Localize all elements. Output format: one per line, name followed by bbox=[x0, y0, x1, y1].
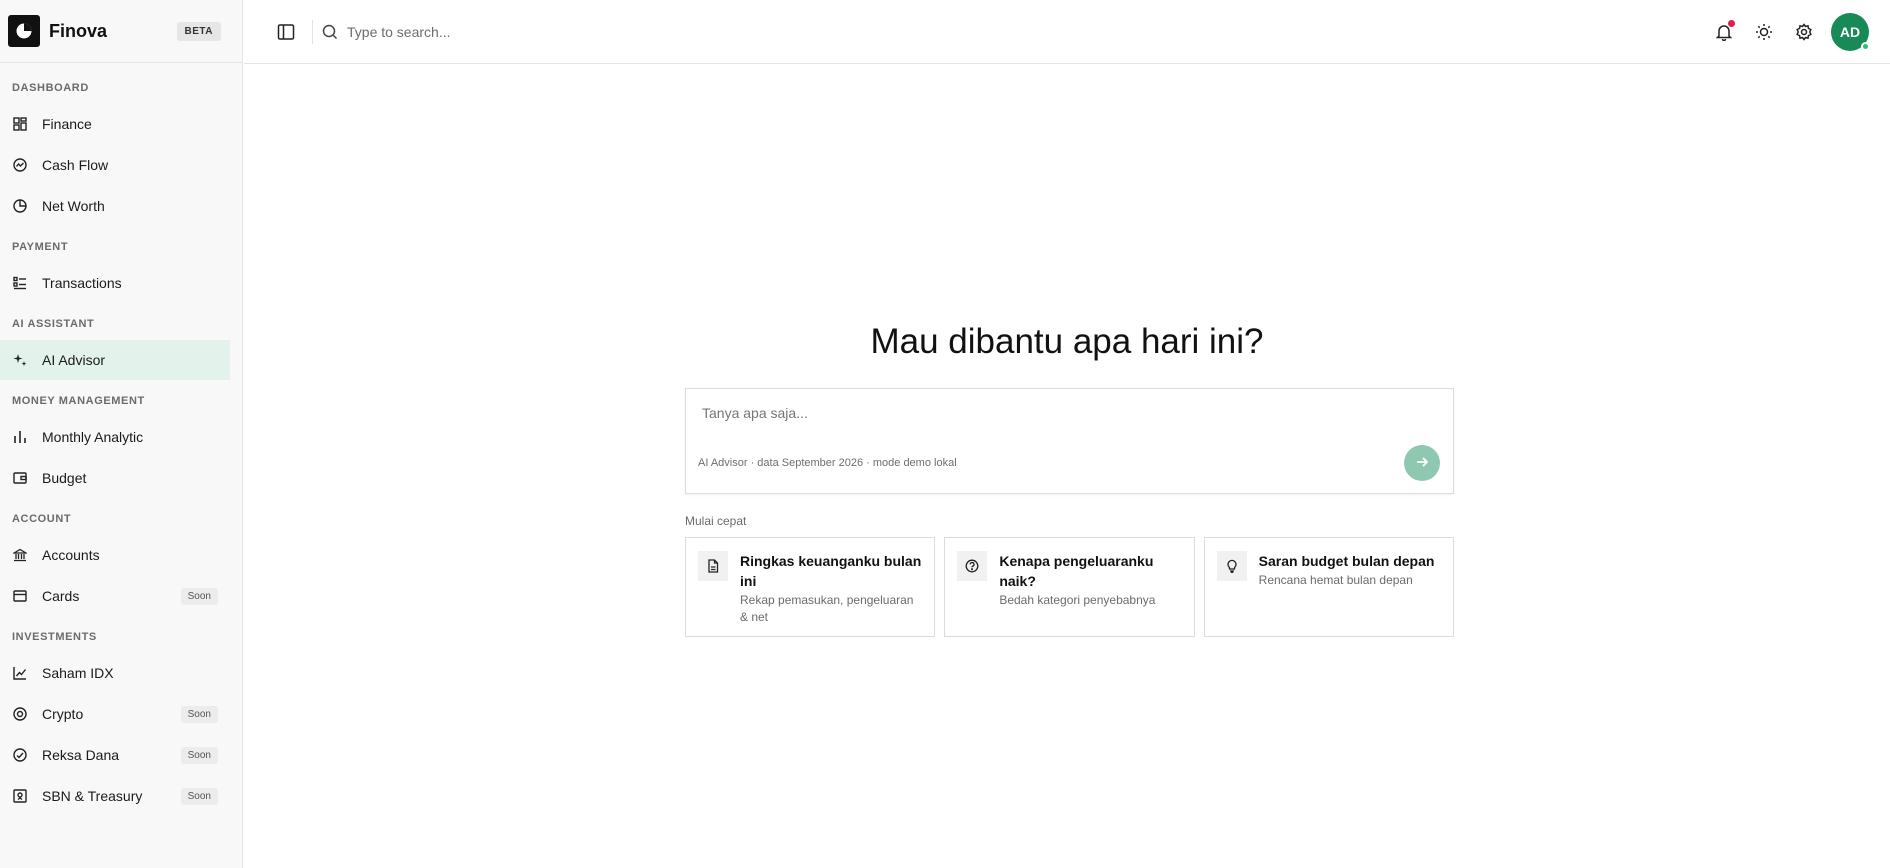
sidebar-item-label: Crypto bbox=[42, 706, 84, 722]
gear-icon[interactable] bbox=[1793, 21, 1815, 43]
gauge-icon bbox=[12, 157, 28, 173]
brand: Finova BETA bbox=[0, 0, 242, 63]
sidebar-item-label: Cards bbox=[42, 588, 80, 604]
sidebar-item-net-worth[interactable]: Net Worth bbox=[0, 186, 230, 226]
avatar-initials: AD bbox=[1839, 23, 1861, 40]
sidebar-item-finance[interactable]: Finance bbox=[0, 104, 230, 144]
arrow-right-icon bbox=[1415, 455, 1429, 472]
coin-icon bbox=[12, 706, 28, 722]
check-circle-icon bbox=[12, 747, 28, 763]
section-label-dashboard: DASHBOARD bbox=[12, 82, 89, 94]
sidebar-item-accounts[interactable]: Accounts bbox=[0, 535, 230, 575]
avatar[interactable]: AD bbox=[1831, 12, 1870, 51]
sidebar-item-label: Saham IDX bbox=[42, 665, 114, 681]
sidebar-item-label: Finance bbox=[42, 116, 92, 132]
soon-badge: Soon bbox=[180, 787, 218, 805]
card-icon bbox=[12, 588, 28, 604]
topbar-actions: AD bbox=[1695, 12, 1890, 51]
sidebar-item-monthly-analytic[interactable]: Monthly Analytic bbox=[0, 417, 230, 457]
search-icon bbox=[321, 23, 339, 41]
document-icon bbox=[698, 551, 728, 581]
sidebar-toggle-icon[interactable] bbox=[276, 22, 296, 42]
sidebar-item-label: SBN & Treasury bbox=[42, 788, 143, 804]
bell-icon[interactable] bbox=[1713, 19, 1735, 43]
notification-dot bbox=[1728, 19, 1735, 27]
main-content: Mau dibantu apa hari ini? AI Advisor · d… bbox=[244, 65, 1890, 868]
quick-card-title: Ringkas keuanganku bulan ini bbox=[740, 553, 922, 589]
sidebar-item-cards[interactable]: Cards Soon bbox=[0, 576, 230, 616]
page-title: Mau dibantu apa hari ini? bbox=[870, 322, 1264, 361]
sidebar-item-sbn-treasury[interactable]: SBN & Treasury Soon bbox=[0, 776, 230, 816]
sidebar-item-label: Transactions bbox=[42, 275, 122, 291]
send-button[interactable] bbox=[1404, 445, 1440, 481]
wallet-icon bbox=[12, 470, 28, 486]
soon-badge: Soon bbox=[180, 587, 218, 605]
sidebar-item-label: Reksa Dana bbox=[42, 747, 120, 763]
search-input[interactable] bbox=[347, 23, 747, 40]
quick-card-subtitle: Bedah kategori penyebabnya bbox=[999, 593, 1156, 607]
sidebar-item-transactions[interactable]: Transactions bbox=[0, 263, 230, 303]
quick-card-subtitle: Rencana hemat bulan depan bbox=[1258, 573, 1413, 587]
grid-icon bbox=[12, 116, 28, 132]
section-label-payment: PAYMENT bbox=[12, 241, 69, 253]
online-status-dot bbox=[1861, 41, 1870, 51]
sparkles-icon bbox=[12, 352, 28, 368]
sidebar-item-cash-flow[interactable]: Cash Flow bbox=[0, 145, 230, 185]
sidebar-item-label: Accounts bbox=[42, 547, 100, 563]
brand-name: Finova bbox=[49, 20, 108, 41]
topbar: AD bbox=[244, 0, 1890, 64]
quick-card-title: Kenapa pengeluaranku naik? bbox=[999, 553, 1154, 589]
section-label-account: ACCOUNT bbox=[12, 513, 72, 525]
quick-card-summary[interactable]: Ringkas keuanganku bulan ini Rekap pemas… bbox=[685, 537, 936, 637]
quick-card-budget[interactable]: Saran budget bulan depan Rencana hemat b… bbox=[1203, 537, 1454, 637]
sidebar-item-reksa-dana[interactable]: Reksa Dana Soon bbox=[0, 735, 230, 775]
pie-icon bbox=[12, 198, 28, 214]
certificate-icon bbox=[12, 788, 28, 804]
lightbulb-icon bbox=[1216, 551, 1247, 581]
quick-start-cards: Ringkas keuanganku bulan ini Rekap pemas… bbox=[685, 537, 1454, 637]
beta-badge: BETA bbox=[176, 21, 221, 41]
sidebar-item-saham-idx[interactable]: Saham IDX bbox=[0, 653, 230, 693]
sidebar-item-budget[interactable]: Budget bbox=[0, 458, 230, 498]
sidebar-item-label: Budget bbox=[42, 470, 87, 486]
sidebar-nav: DASHBOARD Finance Cash Flow Net Worth PA… bbox=[0, 63, 242, 816]
sun-icon[interactable] bbox=[1753, 21, 1775, 43]
list-icon bbox=[12, 275, 28, 291]
divider bbox=[312, 19, 313, 44]
section-label-money-management: MONEY MANAGEMENT bbox=[12, 395, 145, 407]
section-label-ai-assistant: AI ASSISTANT bbox=[12, 318, 95, 330]
sidebar: Finova BETA DASHBOARD Finance Cash Flow … bbox=[0, 0, 243, 868]
line-chart-icon bbox=[12, 665, 28, 681]
bank-icon bbox=[12, 547, 28, 563]
quick-card-spending[interactable]: Kenapa pengeluaranku naik? Bedah kategor… bbox=[944, 537, 1195, 637]
bar-chart-icon bbox=[12, 429, 28, 445]
section-label-investments: INVESTMENTS bbox=[12, 631, 97, 643]
quick-start-label: Mulai cepat bbox=[685, 514, 747, 528]
sidebar-item-label: Net Worth bbox=[42, 198, 105, 214]
chat-composer: AI Advisor · data September 2026 · mode … bbox=[685, 388, 1454, 494]
sidebar-item-ai-advisor[interactable]: AI Advisor bbox=[0, 340, 230, 380]
sidebar-item-crypto[interactable]: Crypto Soon bbox=[0, 694, 230, 734]
soon-badge: Soon bbox=[180, 746, 218, 764]
logo-icon[interactable] bbox=[8, 15, 40, 47]
question-icon bbox=[957, 551, 988, 581]
sidebar-item-label: Cash Flow bbox=[42, 157, 109, 173]
sidebar-item-label: Monthly Analytic bbox=[42, 429, 144, 445]
chat-input[interactable] bbox=[702, 405, 1402, 421]
soon-badge: Soon bbox=[180, 705, 218, 723]
quick-card-subtitle: Rekap pemasukan, pengeluaran & net bbox=[740, 593, 914, 624]
sidebar-item-label: AI Advisor bbox=[42, 352, 106, 368]
quick-card-title: Saran budget bulan depan bbox=[1258, 553, 1435, 569]
composer-meta: AI Advisor · data September 2026 · mode … bbox=[698, 457, 957, 469]
